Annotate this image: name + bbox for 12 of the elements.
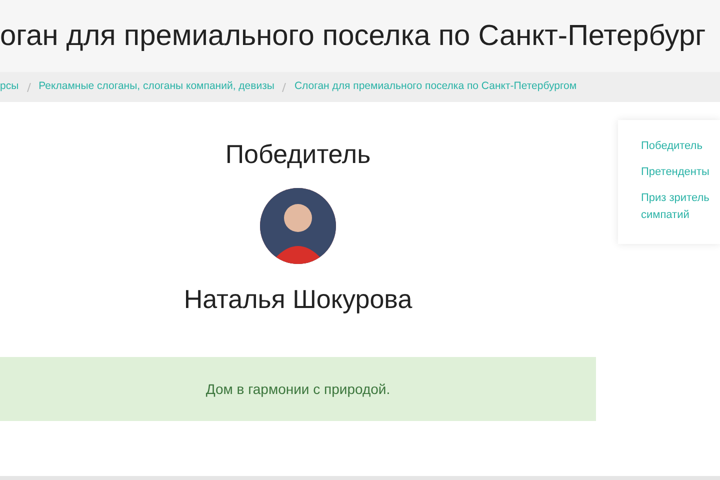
breadcrumb-separator-icon xyxy=(282,82,286,92)
breadcrumb-link[interactable]: Рекламные слоганы, слоганы компаний, девизы xyxy=(38,79,274,95)
slogan-banner: Дом в гармонии с природой. xyxy=(0,357,596,421)
side-menu-link[interactable]: Претенденты xyxy=(641,164,720,182)
page-title: оган для премиального поселка по Санкт-Петербург xyxy=(0,18,706,54)
side-menu-link[interactable]: Приз зритель симпатий xyxy=(641,190,720,224)
side-menu-link[interactable]: Победитель xyxy=(641,138,720,156)
breadcrumb-link[interactable]: Слоган для премиального поселка по Санкт-Петербургом xyxy=(294,79,577,95)
winner-heading: Победитель xyxy=(225,138,371,171)
breadcrumb-separator-icon xyxy=(26,82,31,92)
breadcrumb-link[interactable]: рсы xyxy=(0,79,19,95)
winner-name: Наталья Шокурова xyxy=(184,283,412,316)
